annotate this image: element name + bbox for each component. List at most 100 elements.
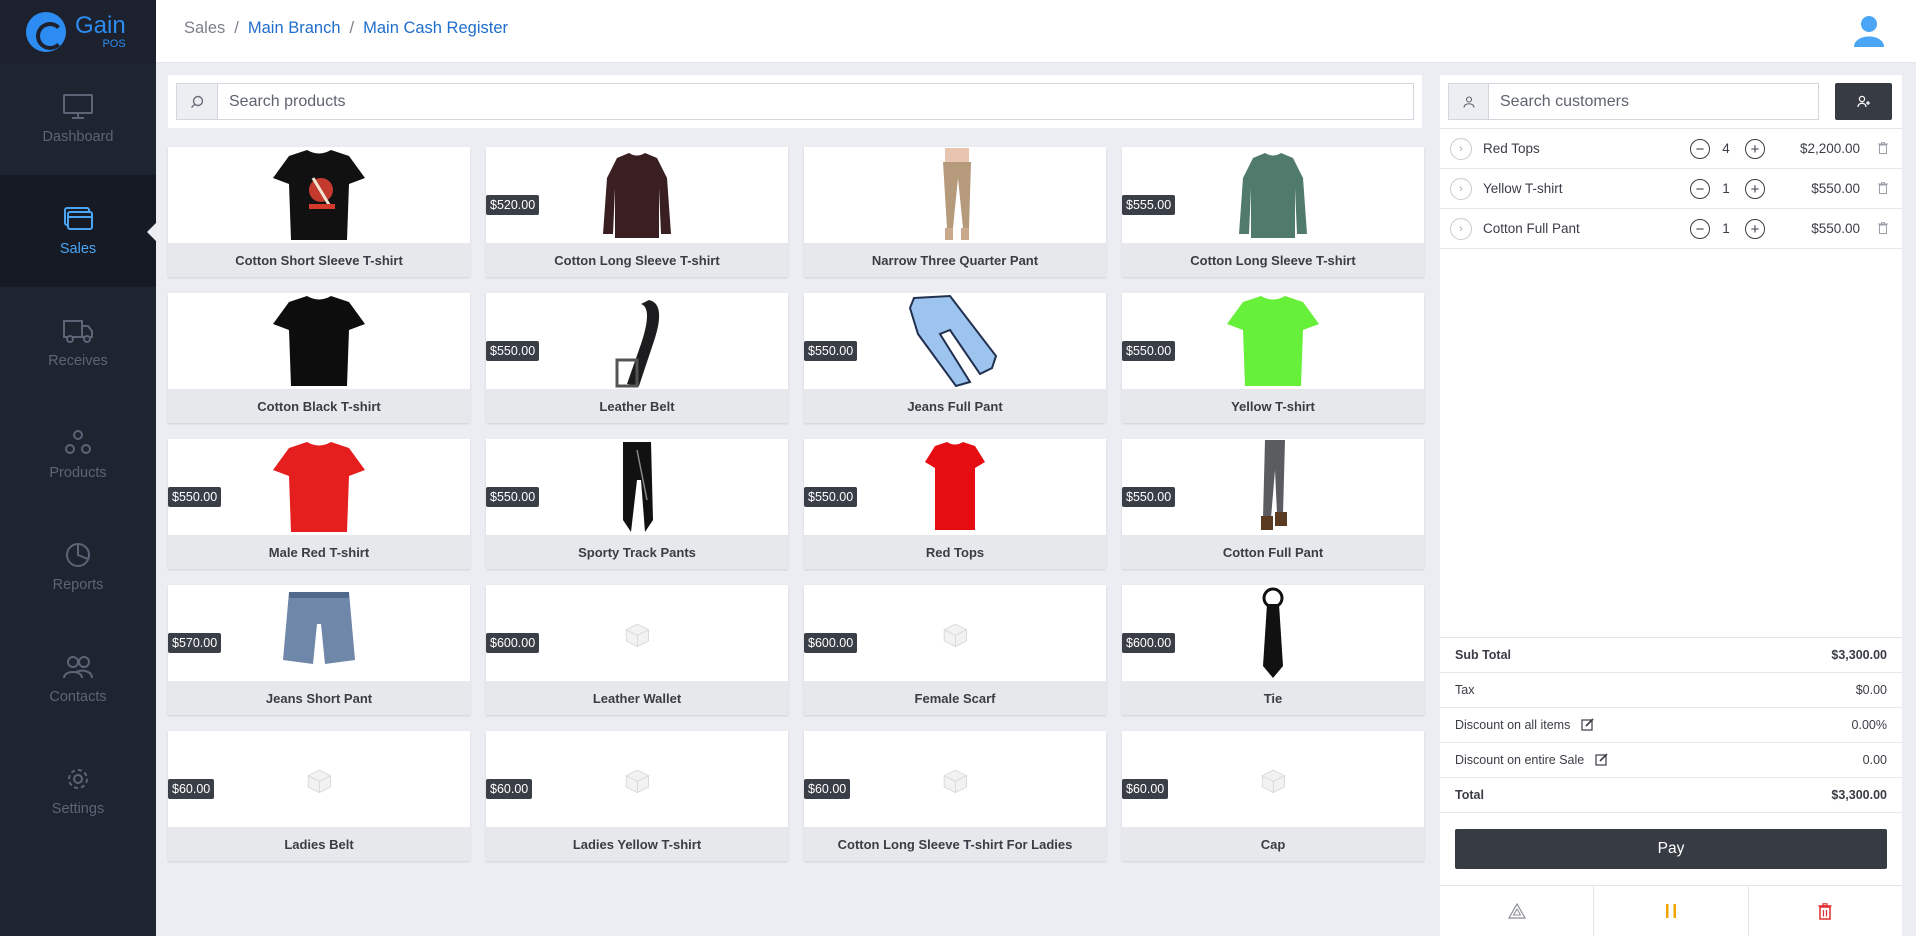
decrease-qty-button[interactable]: − [1690,219,1710,239]
product-card[interactable]: $550.00 Sporty Track Pants [486,439,788,569]
sidebar-item-label: Receives [48,353,108,369]
price-tag: $600.00 [804,633,858,653]
sidebar-item-label: Products [49,465,107,481]
product-card[interactable]: $550.00 Male Red T-shirt [168,439,470,569]
increase-qty-button[interactable]: + [1745,219,1765,239]
app-logo[interactable]: Gain POS [0,0,156,63]
discount-sale-row: Discount on entire Sale 0.00 [1440,743,1902,778]
search-icon[interactable] [177,84,218,119]
sidebar-item-products[interactable]: Products [0,399,156,511]
sidebar-item-settings[interactable]: Settings [0,735,156,847]
tax-label: Tax [1455,683,1475,697]
product-name: Cap [1122,827,1424,861]
decrease-qty-button[interactable]: − [1690,179,1710,199]
increase-qty-button[interactable]: + [1745,179,1765,199]
cart-totals: Sub Total $3,300.00 Tax $0.00 Discount on … [1440,637,1902,813]
subtotal-value: $3,300.00 [1831,648,1887,662]
product-card[interactable]: Narrow Three Quarter Pant [804,147,1106,277]
product-name: Cotton Full Pant [1122,535,1424,569]
cart-row: › Yellow T-shirt −1 + $550.00 [1440,169,1902,209]
product-name: Red Tops [804,535,1106,569]
product-name: Jeans Short Pant [168,681,470,715]
product-card[interactable]: $520.00 Cotton Long Sleeve T-shirt [486,147,788,277]
sidebar-item-contacts[interactable]: Contacts [0,623,156,735]
breadcrumb-separator: / [234,19,239,37]
breadcrumb-register[interactable]: Main Cash Register [363,19,508,37]
product-card[interactable]: $550.00 Red Tops [804,439,1106,569]
breadcrumb-branch[interactable]: Main Branch [248,19,341,37]
product-image [168,293,470,389]
product-name: Ladies Belt [168,827,470,861]
cart-item-price: $550.00 [1811,221,1860,236]
product-search-bar [168,75,1422,128]
hold-sale-button[interactable] [1594,886,1749,936]
discount-items-value: 0.00% [1851,718,1887,732]
logo-icon [26,11,66,52]
product-card[interactable]: Cotton Short Sleeve T-shirt [168,147,470,277]
product-name: Cotton Short Sleeve T-shirt [168,243,470,277]
delete-sale-button[interactable] [1749,886,1902,936]
sidebar-item-sales[interactable]: Sales [0,175,156,287]
product-name: Yellow T-shirt [1122,389,1424,423]
remove-item-icon[interactable] [1878,142,1888,154]
product-card[interactable]: $555.00 Cotton Long Sleeve T-shirt [1122,147,1424,277]
breadcrumb-sales: Sales [184,19,226,37]
discount-items-row: Discount on all items 0.00% [1440,708,1902,743]
sidebar-item-reports[interactable]: Reports [0,511,156,623]
product-name: Ladies Yellow T-shirt [486,827,788,861]
cart-item-price: $2,200.00 [1799,141,1860,156]
triangle-icon [65,430,91,454]
product-card[interactable]: $60.00 Cotton Long Sleeve T-shirt For Lad… [804,731,1106,861]
price-tag: $550.00 [168,487,222,507]
recycle-icon [1507,903,1526,919]
sidebar-item-label: Settings [51,801,105,817]
customer-icon [1448,83,1489,120]
cart-item-qty: 1 [1722,181,1730,196]
product-image [168,147,470,243]
expand-icon[interactable]: › [1450,178,1472,200]
trash-icon [1818,902,1832,920]
cart-item-name: Yellow T-shirt [1483,181,1563,196]
product-card[interactable]: $570.00 Jeans Short Pant [168,585,470,715]
edit-icon[interactable] [1595,753,1608,766]
remove-item-icon[interactable] [1878,182,1888,194]
expand-icon[interactable]: › [1450,138,1472,160]
pay-button[interactable]: Pay [1455,829,1887,869]
product-card[interactable]: $550.00 Leather Belt [486,293,788,423]
product-card[interactable]: $60.00 Cap [1122,731,1424,861]
cart-item-name: Cotton Full Pant [1483,221,1580,236]
product-search-input[interactable] [218,84,1413,119]
sidebar-item-dashboard[interactable]: Dashboard [0,63,156,175]
price-tag: $520.00 [486,195,540,215]
product-card[interactable]: $550.00 Jeans Full Pant [804,293,1106,423]
add-customer-button[interactable] [1835,83,1892,120]
price-tag: $60.00 [804,779,851,799]
product-card[interactable]: $60.00 Ladies Yellow T-shirt [486,731,788,861]
user-avatar-icon[interactable] [1853,14,1885,48]
recycle-button[interactable] [1440,886,1595,936]
product-name: Tie [1122,681,1424,715]
expand-icon[interactable]: › [1450,218,1472,240]
product-name: Female Scarf [804,681,1106,715]
product-card[interactable]: $600.00 Female Scarf [804,585,1106,715]
product-card[interactable]: $600.00 Tie [1122,585,1424,715]
total-label: Total [1455,788,1484,802]
customer-search-input[interactable] [1489,83,1819,120]
decrease-qty-button[interactable]: − [1690,139,1710,159]
price-tag: $570.00 [168,633,222,653]
remove-item-icon[interactable] [1878,222,1888,234]
increase-qty-button[interactable]: + [1745,139,1765,159]
product-card[interactable]: $60.00 Ladies Belt [168,731,470,861]
edit-icon[interactable] [1581,718,1594,731]
product-card[interactable]: $550.00 Cotton Full Pant [1122,439,1424,569]
add-user-icon [1856,95,1870,107]
product-card[interactable]: $550.00 Yellow T-shirt [1122,293,1424,423]
sidebar-item-receives[interactable]: Receives [0,287,156,399]
product-card[interactable]: $600.00 Leather Wallet [486,585,788,715]
sidebar: Gain POS Dashboard Sales Receives Produc… [0,0,156,936]
product-card[interactable]: Cotton Black T-shirt [168,293,470,423]
app-name: Gain [75,11,126,39]
top-header: Sales / Main Branch / Main Cash Register [156,0,1916,63]
app-subname: POS [102,37,126,50]
product-name: Narrow Three Quarter Pant [804,243,1106,277]
